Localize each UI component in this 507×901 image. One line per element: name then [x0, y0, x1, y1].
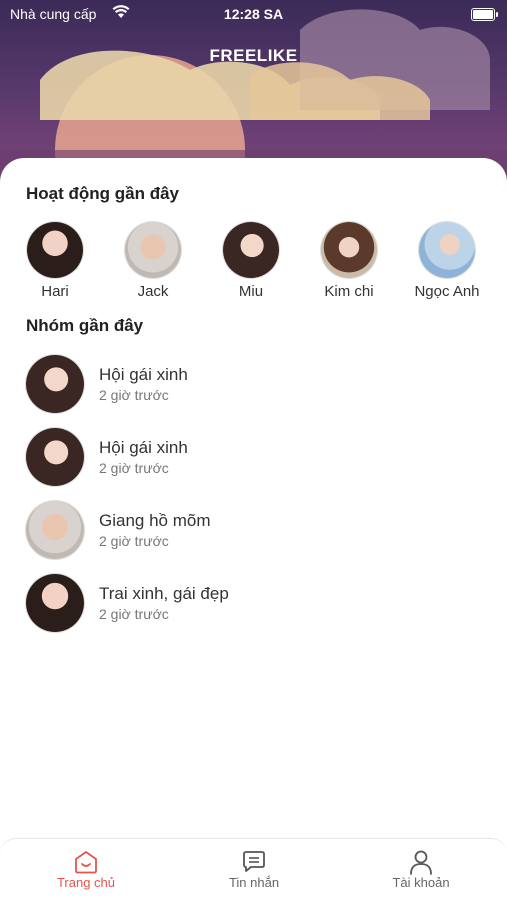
- group-name: Trai xinh, gái đẹp: [99, 584, 229, 603]
- clock: 12:28 SA: [223, 6, 284, 22]
- group-time: 2 giờ trước: [99, 460, 169, 476]
- friend-kim-chi[interactable]: Kim chi: [304, 222, 394, 300]
- group-name: Giang hồ mõm: [99, 511, 211, 530]
- group-list-item[interactable]: Hội gái xinh 2 giờ trước: [26, 428, 486, 486]
- avatar: [419, 222, 475, 278]
- recent-activity-list: Hari Jack Miu Kim chi Ngọc Anh: [0, 222, 507, 302]
- tab-home[interactable]: Trang chủ: [26, 849, 146, 890]
- friend-name: Jack: [137, 283, 169, 300]
- friend-miu[interactable]: Miu: [206, 222, 296, 300]
- friend-name: Ngọc Anh: [414, 283, 480, 300]
- group-avatar: [26, 428, 84, 486]
- group-avatar: [26, 574, 84, 632]
- friend-name: Kim chi: [324, 283, 374, 300]
- tab-account-label: Tài khoản: [392, 875, 450, 890]
- home-icon: [26, 849, 146, 875]
- tab-home-label: Trang chủ: [56, 875, 116, 890]
- tab-account[interactable]: Tài khoản: [361, 849, 481, 890]
- avatar: [27, 222, 83, 278]
- recent-activity-title: Hoạt động gần đây: [26, 184, 179, 203]
- avatar: [223, 222, 279, 278]
- recent-groups-title: Nhóm gần đây: [26, 316, 144, 335]
- group-time: 2 giờ trước: [99, 387, 169, 403]
- group-name: Hội gái xinh: [99, 365, 188, 384]
- group-list-item[interactable]: Hội gái xinh 2 giờ trước: [26, 355, 486, 413]
- group-time: 2 giờ trước: [99, 606, 169, 622]
- user-icon: [361, 849, 481, 875]
- friend-ngoc-anh[interactable]: Ngọc Anh: [402, 222, 492, 300]
- avatar: [321, 222, 377, 278]
- group-name: Hội gái xinh: [99, 438, 188, 457]
- avatar: [125, 222, 181, 278]
- friend-name: Miu: [238, 283, 264, 300]
- group-list-item[interactable]: Giang hồ mõm 2 giờ trước: [26, 501, 486, 559]
- group-avatar: [26, 501, 84, 559]
- battery-icon: [471, 8, 498, 21]
- tab-messages[interactable]: Tin nhắn: [194, 849, 314, 890]
- group-list-item[interactable]: Trai xinh, gái đẹp 2 giờ trước: [26, 574, 486, 632]
- bottom-tab-bar: Trang chủ Tin nhắn Tài khoản: [0, 838, 507, 901]
- status-bar: Nhà cung cấp 12:28 SA: [0, 0, 507, 28]
- tab-messages-label: Tin nhắn: [228, 875, 280, 890]
- group-time: 2 giờ trước: [99, 533, 169, 549]
- app-title: FREELIKE: [209, 46, 298, 65]
- friend-name: Hari: [41, 283, 69, 300]
- message-icon: [194, 849, 314, 875]
- friend-hari[interactable]: Hari: [10, 222, 100, 300]
- group-avatar: [26, 355, 84, 413]
- friend-jack[interactable]: Jack: [108, 222, 198, 300]
